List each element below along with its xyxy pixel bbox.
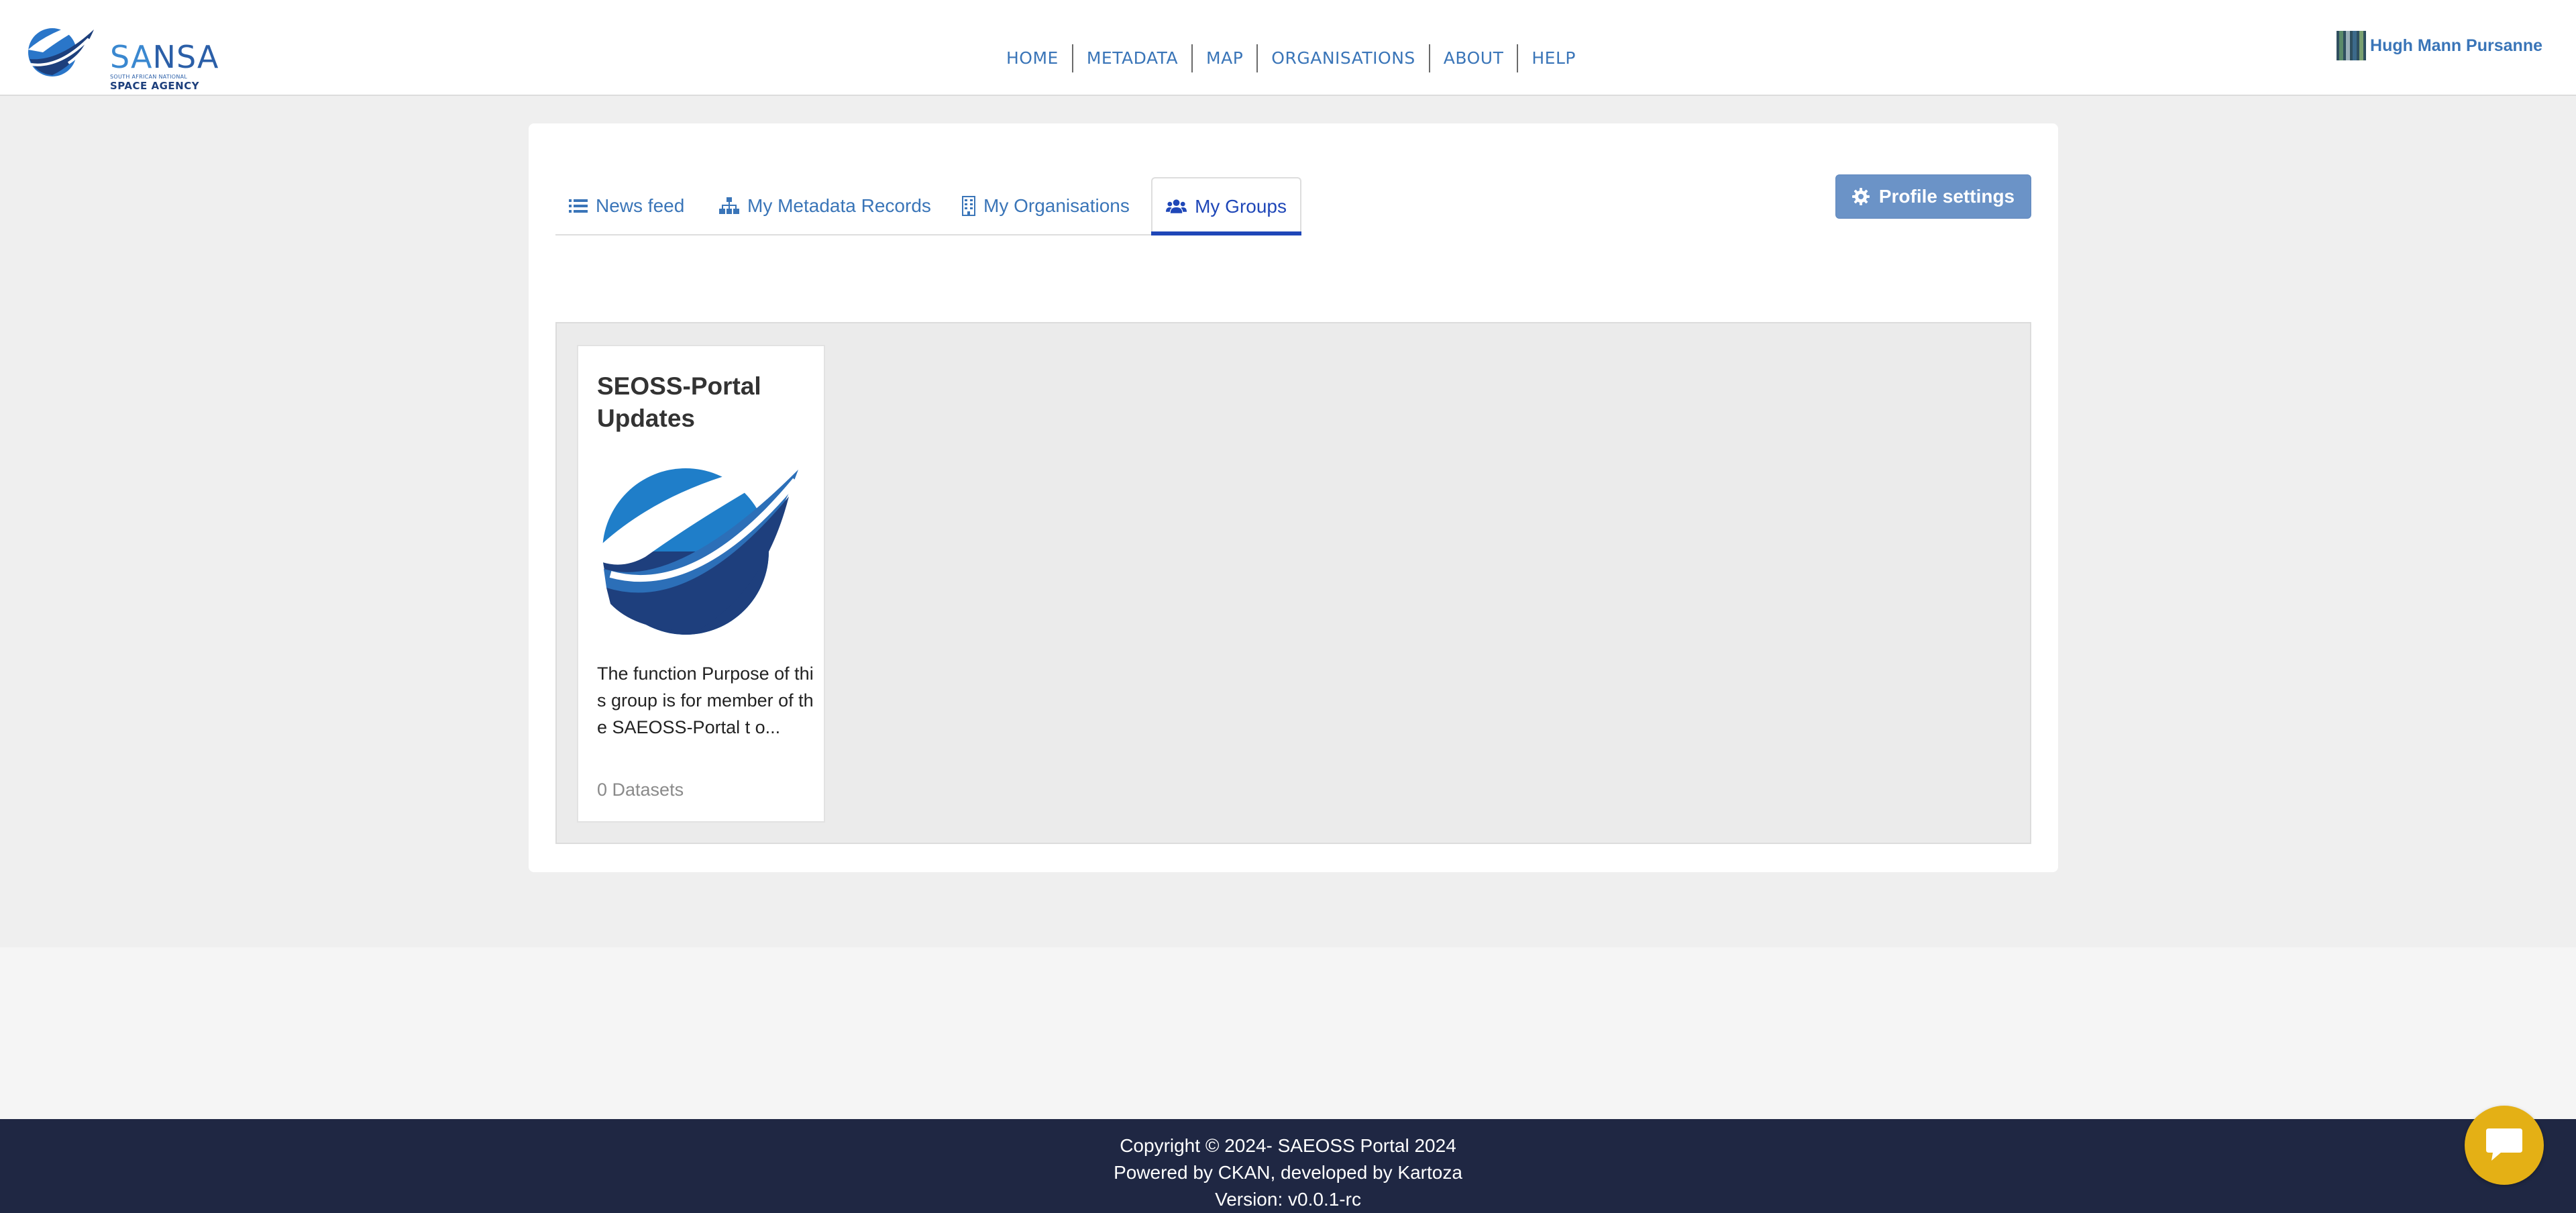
user-menu[interactable]: Hugh Mann Pursanne	[2337, 31, 2542, 60]
chat-button[interactable]	[2465, 1106, 2544, 1185]
sansa-globe-icon	[28, 19, 98, 76]
footer-copyright: Copyright © 2024- SAEOSS Portal 2024	[1120, 1135, 1456, 1156]
gear-icon	[1851, 188, 1870, 205]
list-icon	[569, 199, 588, 213]
user-name[interactable]: Hugh Mann Pursanne	[2370, 36, 2542, 56]
nav-home[interactable]: HOME	[993, 44, 1072, 72]
nav-metadata[interactable]: METADATA	[1071, 44, 1191, 72]
site-footer: Copyright © 2024- SAEOSS Portal 2024 Pow…	[0, 1119, 2576, 1213]
tab-my-metadata-records-label: My Metadata Records	[747, 195, 931, 216]
building-icon	[962, 196, 975, 216]
users-icon	[1166, 199, 1187, 213]
group-card[interactable]: SEOSS-Portal Updates The function Purpos…	[577, 345, 825, 823]
tab-my-organisations[interactable]: My Organisations	[962, 177, 1130, 235]
group-title[interactable]: SEOSS-Portal Updates	[597, 370, 812, 435]
logo-text: SANSA SOUTH AFRICAN NATIONAL SPACE AGENC…	[110, 42, 219, 92]
logo-word-sa: SA	[110, 39, 153, 75]
group-dataset-count: 0 Datasets	[597, 780, 684, 800]
footer-powered-by: Powered by CKAN, developed by Kartoza	[1114, 1162, 1462, 1183]
logo-subtitle-line2: SPACE AGENCY	[110, 80, 200, 92]
group-logo-image	[602, 458, 806, 635]
nav-map[interactable]: MAP	[1191, 44, 1256, 72]
logo-word-nsa: NSA	[152, 39, 219, 75]
sansa-logo[interactable]: SANSA SOUTH AFRICAN NATIONAL SPACE AGENC…	[19, 15, 218, 92]
nav-about[interactable]: ABOUT	[1428, 44, 1517, 72]
active-tab-indicator	[1151, 231, 1301, 235]
profile-settings-button[interactable]: Profile settings	[1835, 174, 2031, 219]
main-nav: HOME METADATA MAP ORGANISATIONS ABOUT HE…	[993, 44, 1589, 72]
sitemap-icon	[719, 197, 739, 214]
tab-my-groups[interactable]: My Groups	[1151, 177, 1301, 235]
dashboard-card: News feed My Metadata Records My Organis…	[529, 123, 2058, 872]
chat-bubble-icon	[2486, 1128, 2522, 1161]
nav-help[interactable]: HELP	[1517, 44, 1589, 72]
tab-my-metadata-records[interactable]: My Metadata Records	[719, 177, 931, 235]
tab-news-feed[interactable]: News feed	[569, 177, 684, 235]
tab-news-feed-label: News feed	[596, 195, 685, 216]
footer-version: Version: v0.0.1-rc	[1215, 1189, 1361, 1210]
tab-my-organisations-label: My Organisations	[983, 195, 1130, 216]
group-description: The function Purpose of this group is fo…	[597, 664, 814, 737]
user-avatar	[2337, 31, 2367, 60]
site-header: SANSA SOUTH AFRICAN NATIONAL SPACE AGENC…	[0, 0, 2576, 96]
nav-organisations[interactable]: ORGANISATIONS	[1256, 44, 1428, 72]
tab-my-groups-label: My Groups	[1195, 196, 1287, 217]
profile-settings-label: Profile settings	[1878, 186, 2015, 207]
groups-list: SEOSS-Portal Updates The function Purpos…	[555, 322, 2031, 844]
footer-spacer	[0, 947, 2576, 1119]
